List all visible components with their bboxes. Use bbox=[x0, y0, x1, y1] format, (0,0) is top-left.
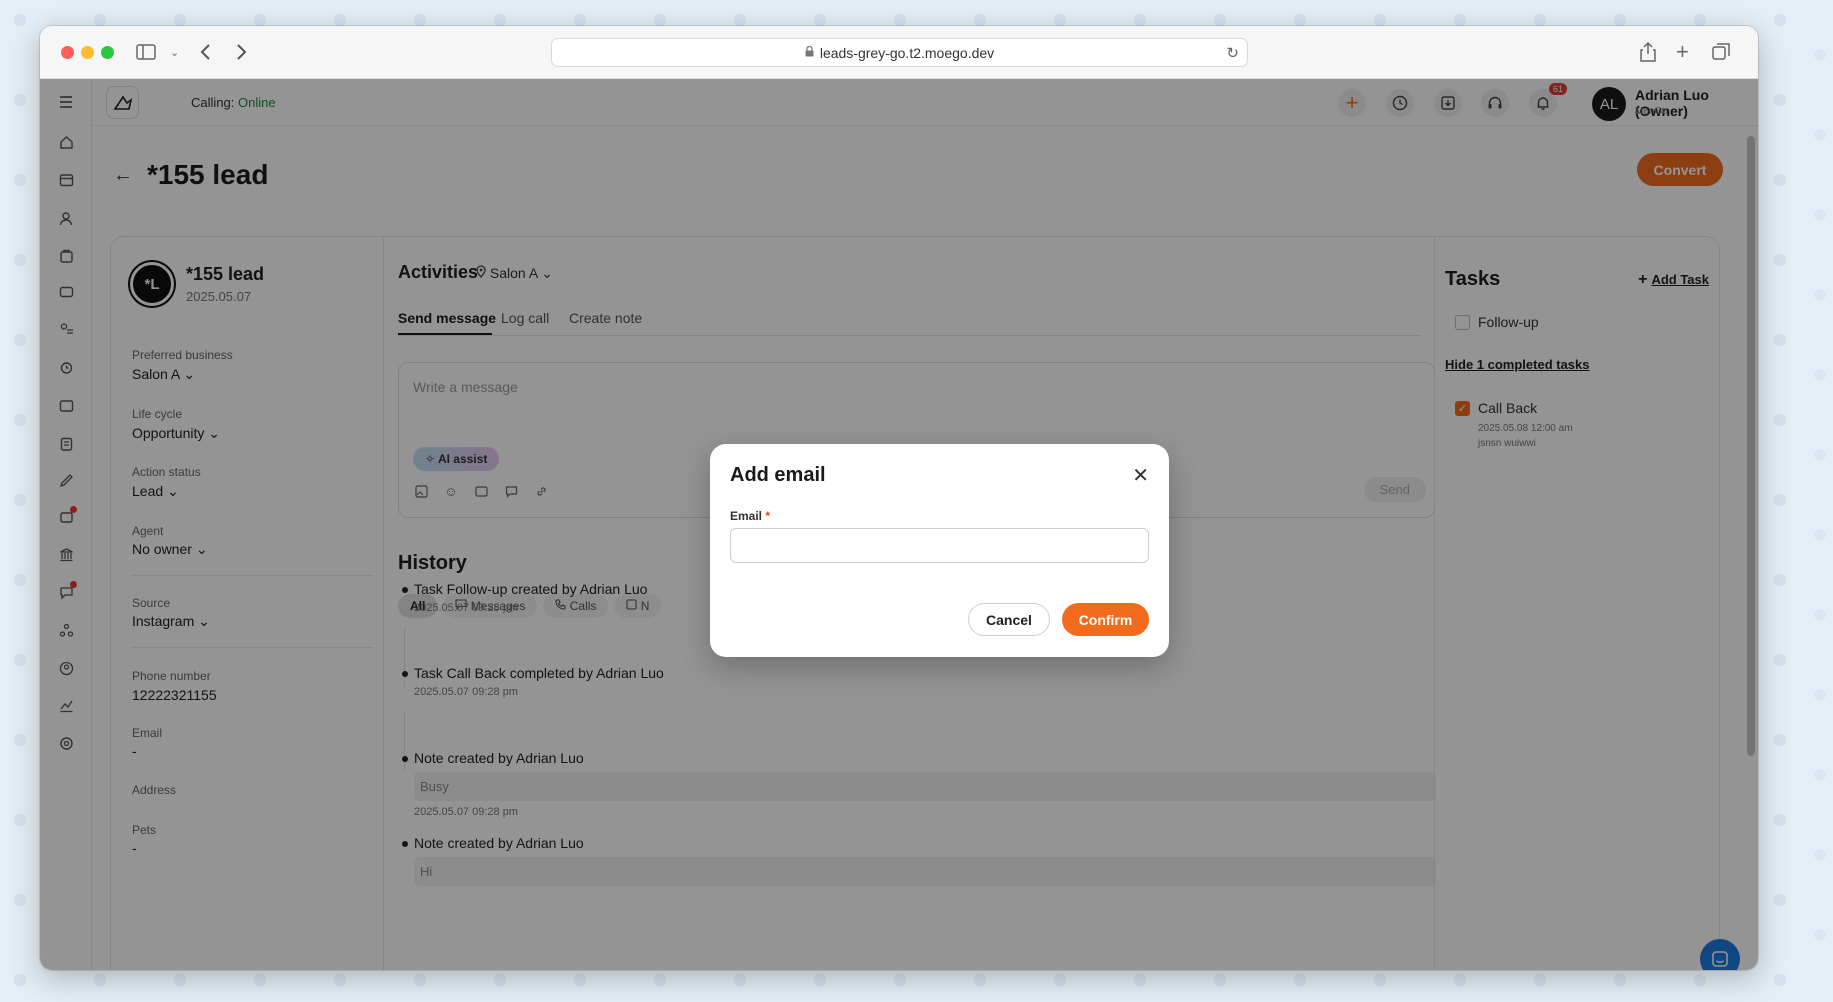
cancel-button[interactable]: Cancel bbox=[968, 603, 1050, 636]
dialog-title: Add email bbox=[730, 464, 826, 486]
close-icon[interactable]: ✕ bbox=[1132, 465, 1149, 485]
address-bar[interactable]: leads-grey-go.t2.moego.dev ↻ bbox=[551, 38, 1248, 67]
sidebar-toggle-icon[interactable] bbox=[136, 40, 156, 64]
browser-window: ⌄ leads-grey-go.t2.moego.dev ↻ + Calling… bbox=[40, 26, 1758, 970]
new-tab-icon[interactable]: + bbox=[1676, 39, 1689, 64]
chevron-down-icon[interactable]: ⌄ bbox=[170, 40, 179, 64]
url-text: leads-grey-go.t2.moego.dev bbox=[819, 44, 995, 61]
share-icon[interactable] bbox=[1640, 40, 1656, 64]
required-mark: * bbox=[765, 509, 771, 523]
minimize-window-button[interactable] bbox=[81, 46, 94, 59]
close-window-button[interactable] bbox=[61, 46, 74, 59]
email-field[interactable] bbox=[730, 528, 1149, 563]
tab-overview-icon[interactable] bbox=[1712, 40, 1730, 64]
add-email-dialog: Add email ✕ Email * Cancel Confirm bbox=[710, 444, 1169, 657]
back-nav-icon[interactable] bbox=[200, 40, 212, 64]
email-field-label: Email * bbox=[730, 509, 770, 523]
confirm-button[interactable]: Confirm bbox=[1062, 603, 1149, 636]
reload-icon[interactable]: ↻ bbox=[1226, 44, 1239, 62]
forward-nav-icon[interactable] bbox=[235, 40, 247, 64]
lock-icon bbox=[805, 45, 814, 60]
email-field-label-text: Email bbox=[730, 509, 763, 523]
browser-toolbar: ⌄ leads-grey-go.t2.moego.dev ↻ + bbox=[40, 26, 1758, 79]
maximize-window-button[interactable] bbox=[101, 46, 114, 59]
